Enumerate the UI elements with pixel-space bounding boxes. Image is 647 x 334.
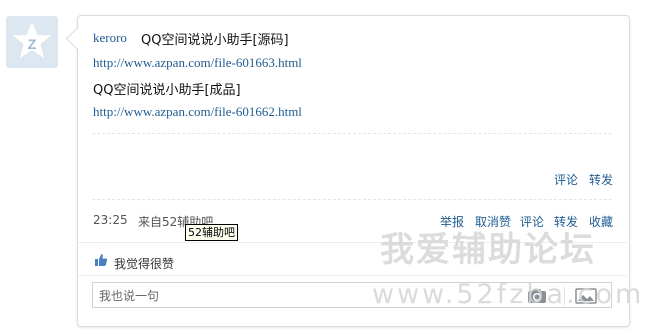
source-tooltip: 52辅助吧 (185, 224, 238, 241)
inner-forward-link[interactable]: 转发 (589, 171, 613, 188)
post-line-1: QQ空间说说小助手[源码] (141, 33, 289, 48)
watermark-url: www.52fzba.com (372, 279, 645, 310)
watermark-title: 我爱辅助论坛 (380, 230, 596, 270)
author-name[interactable]: keroro (93, 30, 127, 46)
post-link-2[interactable]: http://www.azpan.com/file-601662.html (93, 104, 302, 120)
likes-divider (78, 275, 627, 276)
likes-text[interactable]: 我觉得很赞 (114, 255, 174, 272)
post-line-2: QQ空间说说小助手[成品] (93, 83, 241, 98)
thumbs-up-icon (95, 254, 108, 266)
post-time: 23:25 (93, 213, 128, 227)
svg-text:Z: Z (28, 36, 37, 52)
post-link-1[interactable]: http://www.azpan.com/file-601663.html (93, 55, 302, 71)
avatar[interactable]: Z (6, 16, 58, 68)
content-divider (92, 133, 612, 134)
inner-divider (92, 199, 612, 200)
inner-comment-link[interactable]: 评论 (554, 171, 578, 188)
qzone-star-icon: Z (13, 22, 51, 58)
